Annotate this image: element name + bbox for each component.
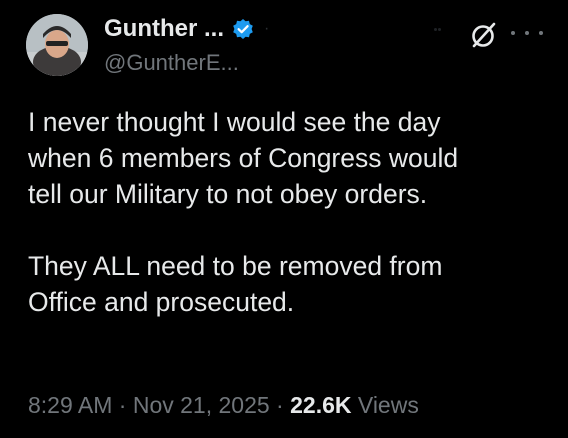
author-display-name[interactable]: Gunther ...: [104, 15, 224, 43]
more-dot: [511, 31, 515, 35]
tweet-text-line: Office and prosecuted.: [28, 287, 295, 317]
more-dot: [539, 31, 543, 35]
more-dot: [525, 31, 529, 35]
author-avatar[interactable]: [26, 14, 88, 76]
tweet-text: I never thought I would see the day when…: [28, 104, 548, 320]
views-count[interactable]: 22.6K: [290, 392, 351, 418]
views-label: Views: [351, 392, 419, 418]
grok-icon[interactable]: [469, 20, 499, 50]
tweet-text-line: tell our Military to not obey orders.: [28, 179, 428, 209]
tweet-card: Gunther ... · @GuntherE... I never thoug…: [0, 0, 568, 438]
verified-badge-icon[interactable]: [232, 18, 254, 40]
tweet-date[interactable]: Nov 21, 2025: [133, 392, 270, 418]
tweet-text-line: I never thought I would see the day: [28, 107, 441, 137]
avatar-image: [26, 14, 88, 76]
meta-separator: ·: [112, 392, 133, 418]
author-info: Gunther ... · @GuntherE...: [104, 14, 404, 76]
tweet-text-line: They ALL need to be removed from: [28, 251, 443, 281]
tweet-header: Gunther ... · @GuntherE...: [24, 8, 554, 78]
tweet-time[interactable]: 8:29 AM: [28, 392, 112, 418]
author-name-row: Gunther ... ·: [104, 14, 404, 44]
meta-separator: ·: [269, 392, 291, 418]
tweet-text-line: when 6 members of Congress would: [28, 143, 459, 173]
faint-separator-dots: ·: [264, 20, 271, 37]
faint-decor-dot: [434, 28, 437, 31]
more-options-icon[interactable]: [511, 24, 543, 42]
faint-decor-dot: [438, 28, 441, 31]
author-handle[interactable]: @GuntherE...: [104, 50, 404, 76]
tweet-metadata: 8:29 AM · Nov 21, 2025 · 22.6K Views: [28, 392, 419, 419]
